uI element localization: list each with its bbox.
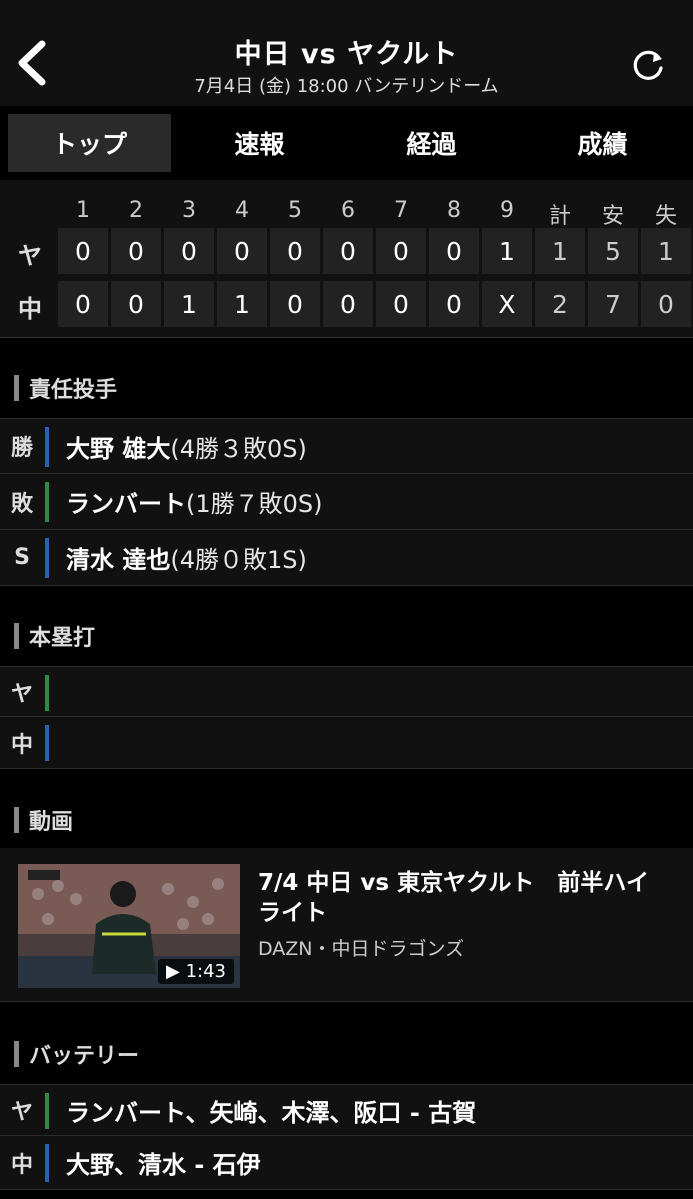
total-score: 5 bbox=[588, 228, 638, 274]
scoreboard-column-header: 7 bbox=[394, 198, 408, 223]
tab-stats[interactable]: 成績 bbox=[521, 114, 684, 172]
total-score: 2 bbox=[535, 281, 585, 327]
team-label: 中 bbox=[18, 295, 42, 323]
pitcher-record: (1勝７敗0S) bbox=[186, 490, 323, 518]
row-key: 中 bbox=[10, 1152, 33, 1178]
team-strip bbox=[45, 1144, 49, 1182]
inning-score: 0 bbox=[270, 281, 320, 327]
inning-score: 0 bbox=[58, 228, 108, 274]
inning-score: 0 bbox=[429, 228, 479, 274]
pitcher-entry: ランバート (1勝７敗0S) bbox=[66, 474, 323, 529]
homerun-row-chunichi: 中 bbox=[0, 717, 693, 769]
pitcher-row-loss[interactable]: 敗 ランバート (1勝７敗0S) bbox=[0, 474, 693, 530]
section-title: 本塁打 bbox=[29, 626, 96, 651]
divider bbox=[0, 337, 693, 338]
inning-score: 0 bbox=[323, 228, 373, 274]
inning-score: 0 bbox=[217, 228, 267, 274]
section-title: バッテリー bbox=[29, 1044, 140, 1069]
game-date-venue: 7月4日 (金) 18:00 バンテリンドーム bbox=[194, 76, 499, 97]
section-header-homeruns: 本塁打 bbox=[0, 614, 693, 658]
section-header-pitchers: 責任投手 bbox=[0, 366, 693, 410]
tab-live[interactable]: 速報 bbox=[178, 114, 341, 172]
inning-score: 0 bbox=[429, 281, 479, 327]
refresh-icon[interactable] bbox=[628, 46, 668, 86]
battery-list: ランバート、矢崎、木澤、阪口 - 古賀 bbox=[66, 1098, 477, 1127]
battery-list: 大野、清水 - 石伊 bbox=[66, 1151, 261, 1179]
inning-score: 0 bbox=[376, 281, 426, 327]
pitcher-row-save[interactable]: S 清水 達也 (4勝０敗1S) bbox=[0, 530, 693, 586]
total-score: 0 bbox=[641, 281, 691, 327]
scoreboard-column-header: 1 bbox=[76, 198, 90, 223]
battery-row-chunichi: 中 大野、清水 - 石伊 bbox=[0, 1136, 693, 1190]
inning-score: 1 bbox=[164, 281, 214, 327]
scoreboard-column-header: 5 bbox=[288, 198, 302, 223]
inning-score: 0 bbox=[111, 281, 161, 327]
scoreboard-column-header: 6 bbox=[341, 198, 355, 223]
video-title[interactable]: 7/4 中日 vs 東京ヤクルト 前半ハイライト bbox=[258, 868, 668, 928]
total-score: 1 bbox=[535, 228, 585, 274]
pitcher-name: 大野 雄大 bbox=[66, 434, 171, 463]
video-duration: ▶ 1:43 bbox=[158, 959, 234, 984]
scoreboard-column-header: 3 bbox=[182, 198, 196, 223]
scoreboard-column-header: 計 bbox=[548, 204, 571, 229]
pitcher-record: (4勝３敗0S) bbox=[170, 434, 307, 463]
pitcher-entry: 清水 達也 (4勝０敗1S) bbox=[66, 530, 307, 585]
section-marker bbox=[14, 375, 19, 401]
pitcher-name: 清水 達也 bbox=[66, 546, 171, 574]
team-strip bbox=[45, 725, 49, 761]
team-strip bbox=[45, 427, 49, 467]
inning-score: 0 bbox=[164, 228, 214, 274]
scoreboard-column-header: 4 bbox=[235, 198, 249, 223]
inning-score: 0 bbox=[270, 228, 320, 274]
row-key: ヤ bbox=[10, 1100, 33, 1125]
total-score: 7 bbox=[588, 281, 638, 327]
scoreboard-column-header: 失 bbox=[654, 204, 677, 229]
section-title: 動画 bbox=[29, 810, 74, 835]
team-strip bbox=[45, 1093, 49, 1129]
page-title: 中日 vs ヤクルト bbox=[234, 39, 459, 70]
total-score: 1 bbox=[641, 228, 691, 274]
pitcher-entry: 大野 雄大 (4勝３敗0S) bbox=[66, 419, 307, 473]
inning-score: 1 bbox=[482, 228, 532, 274]
scoreboard-column-header: 2 bbox=[129, 198, 143, 223]
tab-top[interactable]: トップ bbox=[8, 114, 171, 172]
video-source: DAZN・中日ドラゴンズ bbox=[258, 938, 465, 960]
app-header: 中日 vs ヤクルト 7月4日 (金) 18:00 バンテリンドーム bbox=[0, 0, 693, 106]
section-header-battery: バッテリー bbox=[0, 1032, 693, 1076]
section-header-video: 動画 bbox=[0, 798, 693, 842]
inning-score: 0 bbox=[376, 228, 426, 274]
scoreboard: 123456789計安失ヤ000000001151中00110000X270 bbox=[0, 180, 693, 338]
section-title: 責任投手 bbox=[29, 378, 118, 403]
scoreboard-column-header: 9 bbox=[500, 198, 514, 223]
row-key: 中 bbox=[10, 732, 33, 758]
row-key: 敗 bbox=[10, 491, 33, 517]
section-marker bbox=[14, 1041, 19, 1067]
team-strip bbox=[45, 675, 49, 711]
battery-row-yakult: ヤ ランバート、矢崎、木澤、阪口 - 古賀 bbox=[0, 1084, 693, 1136]
pitcher-row-win[interactable]: 勝 大野 雄大 (4勝３敗0S) bbox=[0, 418, 693, 474]
tab-progress[interactable]: 経過 bbox=[350, 114, 513, 172]
video-card[interactable]: ▶ 1:43 7/4 中日 vs 東京ヤクルト 前半ハイライト DAZN・中日ド… bbox=[0, 848, 693, 1002]
scoreboard-column-header: 安 bbox=[601, 204, 624, 229]
section-marker bbox=[14, 807, 19, 833]
homerun-row-yakult: ヤ bbox=[0, 666, 693, 717]
pitcher-record: (4勝０敗1S) bbox=[170, 546, 307, 574]
team-label: ヤ bbox=[18, 242, 42, 270]
team-strip bbox=[45, 482, 49, 522]
inning-score: 1 bbox=[217, 281, 267, 327]
inning-score: 0 bbox=[111, 228, 161, 274]
row-key: ヤ bbox=[10, 681, 33, 707]
row-key: 勝 bbox=[10, 436, 33, 461]
inning-score: X bbox=[482, 281, 532, 327]
team-strip bbox=[45, 538, 49, 578]
inning-score: 0 bbox=[58, 281, 108, 327]
pitcher-name: ランバート bbox=[66, 490, 186, 518]
section-marker bbox=[14, 623, 19, 649]
tab-bar: トップ 速報 経過 成績 bbox=[0, 106, 693, 180]
video-thumbnail[interactable]: ▶ 1:43 bbox=[18, 864, 240, 988]
scoreboard-column-header: 8 bbox=[447, 198, 461, 223]
row-key: S bbox=[14, 545, 30, 570]
inning-score: 0 bbox=[323, 281, 373, 327]
